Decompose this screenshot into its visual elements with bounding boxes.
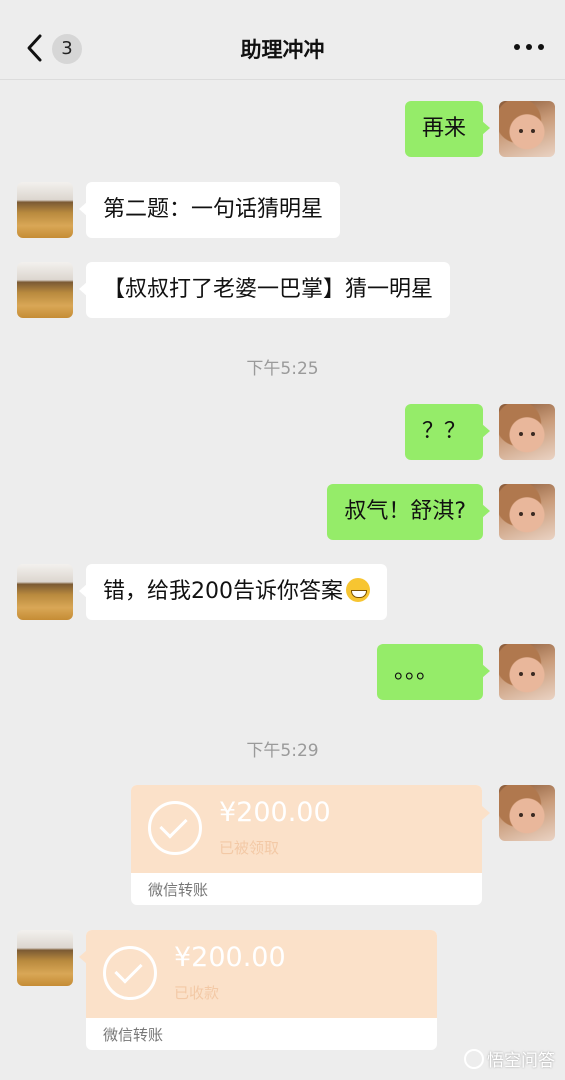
- chat-title: 助理冲冲: [240, 38, 325, 62]
- transfer-amount: ¥200.00: [174, 942, 286, 973]
- my-avatar[interactable]: [499, 484, 555, 540]
- timestamp: 下午5:25: [246, 359, 319, 379]
- message-bubble-received[interactable]: 【叔叔打了老婆一巴掌】猜一明星: [78, 262, 451, 318]
- contact-avatar[interactable]: [17, 930, 73, 986]
- my-avatar[interactable]: [499, 644, 555, 700]
- bubble-tail: [482, 806, 490, 820]
- check-circle-icon: [103, 946, 157, 1000]
- my-avatar[interactable]: [499, 404, 555, 460]
- transfer-card-sent[interactable]: ¥200.00 已被领取 微信转账: [131, 785, 482, 905]
- message-bubble-sent[interactable]: 再来: [404, 101, 491, 157]
- my-avatar[interactable]: [499, 785, 555, 841]
- watermark: 悟空问答: [464, 1046, 555, 1071]
- check-circle-icon: [148, 801, 202, 855]
- my-avatar[interactable]: [499, 101, 555, 157]
- watermark-text: 悟空问答: [487, 1051, 555, 1071]
- message-text: 错，给我200告诉你答案: [103, 579, 343, 604]
- grin-emoji-icon: [346, 578, 370, 602]
- logo-icon: [464, 1049, 484, 1069]
- contact-avatar[interactable]: [17, 182, 73, 238]
- timestamp: 下午5:29: [246, 741, 319, 761]
- chat-header: 3 助理冲冲: [0, 0, 565, 80]
- transfer-status: 已收款: [174, 984, 220, 1002]
- message-bubble-received[interactable]: 错，给我200告诉你答案: [79, 564, 387, 620]
- transfer-card-body: ¥200.00 已收款: [86, 930, 437, 1018]
- transfer-status: 已被领取: [219, 839, 280, 857]
- transfer-label: 微信转账: [148, 881, 209, 899]
- more-dots-icon[interactable]: [514, 44, 544, 52]
- message-bubble-sent[interactable]: 叔气！舒淇?: [327, 484, 490, 540]
- transfer-label: 微信转账: [103, 1026, 164, 1044]
- message-bubble-sent[interactable]: 。。。: [377, 644, 490, 700]
- transfer-amount: ¥200.00: [219, 797, 331, 828]
- transfer-card-body: ¥200.00 已被领取: [131, 785, 482, 873]
- contact-avatar[interactable]: [17, 262, 73, 318]
- contact-avatar[interactable]: [17, 564, 73, 620]
- transfer-card-received[interactable]: ¥200.00 已收款 微信转账: [86, 930, 437, 1050]
- message-bubble-received[interactable]: 第二题：一句话猜明星: [78, 182, 341, 238]
- message-bubble-sent[interactable]: ？？: [404, 404, 491, 460]
